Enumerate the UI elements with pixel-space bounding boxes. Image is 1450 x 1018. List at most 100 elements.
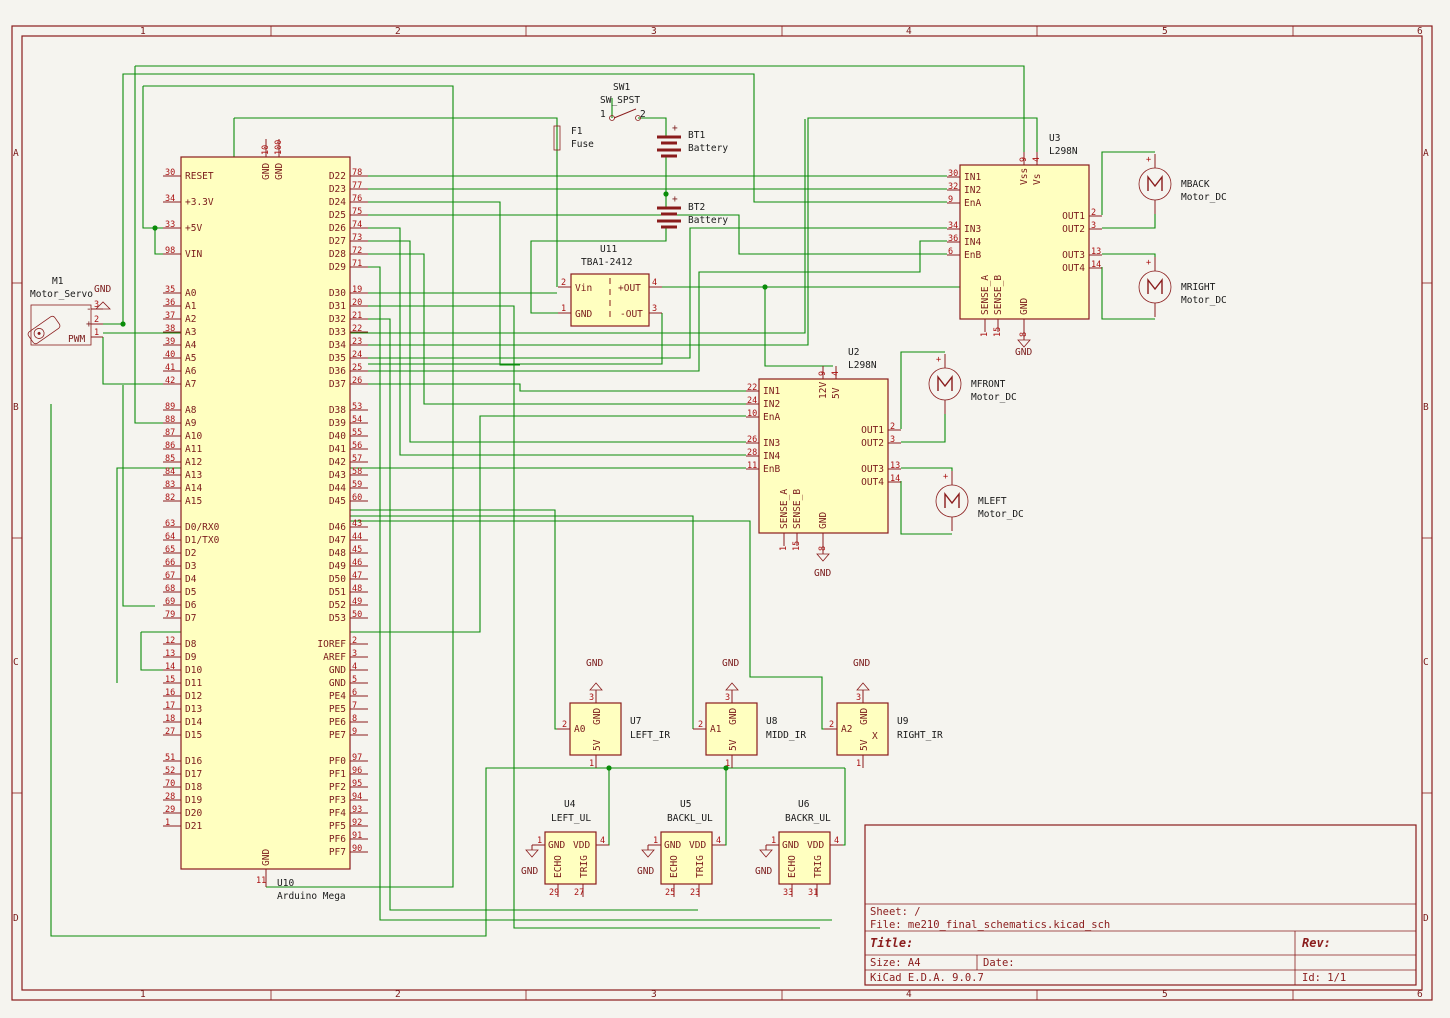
- u10-right-pin-num: 94: [352, 792, 362, 802]
- u10-left-pin-num: 37: [165, 311, 175, 321]
- motor-value: Motor_DC: [978, 509, 1024, 520]
- u10-left-pin-num: 35: [165, 285, 175, 295]
- ultrasonic-u5[interactable]: U5 BACKL_UL GND VDD ECHO TRIG 1 4 25 23 GND: [637, 799, 725, 898]
- u2-left-pin-num: 11: [747, 461, 757, 471]
- ir-sensor-u7[interactable]: A0 GND 5V 2 3 1 U7 LEFT_IR GND: [557, 658, 670, 769]
- bt1-ref: BT1: [688, 130, 705, 141]
- svg-text:+: +: [1146, 155, 1151, 165]
- ir-sig-name: A0: [574, 724, 586, 735]
- u10-right-pin-name: D27: [329, 236, 346, 247]
- u2-left-pin-num: 26: [747, 435, 757, 445]
- u10-right-pin-num: 20: [352, 298, 362, 308]
- ul-echo-num: 33: [783, 888, 793, 898]
- servo-m1[interactable]: M1 Motor_Servo - + PWM 3 2 1 GND: [27, 276, 112, 346]
- u10-right-pin-num: 71: [352, 259, 362, 269]
- u2-right-pin-name: OUT3: [861, 464, 884, 475]
- ultrasonic-u6[interactable]: U6 BACKR_UL GND VDD ECHO TRIG 1 4 33 31 GND: [755, 799, 843, 898]
- u10-left-pin-name: A12: [185, 457, 202, 468]
- u10-right-pin-name: D35: [329, 353, 346, 364]
- u10-left-pin-name: D17: [185, 769, 202, 780]
- motor-mback[interactable]: + MBACK Motor_DC: [1138, 154, 1227, 214]
- u11-nout: -OUT: [620, 309, 643, 320]
- u3-gnd-label: GND: [1015, 347, 1032, 358]
- battery-bt1[interactable]: + BT1 Battery: [657, 123, 728, 158]
- row-label-left: A: [13, 148, 19, 159]
- u3-left-pin-name: EnA: [964, 198, 981, 209]
- u2-left-pin-name: EnB: [763, 464, 780, 475]
- u10-right-pin-name: D53: [329, 613, 346, 624]
- u10-right-pin-num: 44: [352, 532, 362, 542]
- fuse-f1[interactable]: F1 Fuse: [553, 125, 594, 151]
- u3-top-pin-name: Vss: [1019, 168, 1030, 185]
- arduino-mega-u10[interactable]: RESET30+3.3V34+5V33VIN98A035A136A237A338…: [163, 139, 368, 902]
- u10-left-pin-name: A8: [185, 405, 197, 416]
- u2-bottom-pin-num: 15: [792, 541, 802, 551]
- u3-bottom-pin-num: 15: [993, 327, 1003, 337]
- ir-v-num: 1: [589, 759, 594, 769]
- driver-u2[interactable]: U2 L298N IN122IN224EnA10IN326IN428EnB11O…: [746, 347, 901, 579]
- switch-sw1[interactable]: SW1 SW_SPST 1 2: [600, 82, 646, 121]
- ultrasonic-u4[interactable]: U4 LEFT_UL GND VDD ECHO TRIG 1 4 29 27 GND: [521, 799, 609, 898]
- u11-pin1: 1: [561, 304, 566, 314]
- u10-right-pin-num: 21: [352, 311, 362, 321]
- u3-left-pin-num: 9: [948, 195, 953, 205]
- u10-left-pin-name: D12: [185, 691, 202, 702]
- battery-bt2[interactable]: + BT2 Battery: [657, 194, 728, 229]
- u10-right-pin-num: 46: [352, 558, 362, 568]
- col-label-top: 1: [140, 26, 146, 37]
- u10-right-pin-name: D31: [329, 301, 346, 312]
- u10-right-pin-name: D46: [329, 522, 346, 533]
- sw1-value: SW_SPST: [600, 95, 640, 106]
- u2-left-pin-name: IN3: [763, 438, 780, 449]
- u10-left-pin-name: D11: [185, 678, 202, 689]
- u2-ref: U2: [848, 347, 859, 358]
- col-label-bottom: 5: [1162, 989, 1168, 1000]
- u10-right-pin-name: D38: [329, 405, 346, 416]
- motor-icon: [1147, 174, 1163, 191]
- ul-gnd-label: GND: [521, 866, 538, 877]
- u10-right-pin-num: 59: [352, 480, 362, 490]
- u10-right-pin-name: D50: [329, 574, 346, 585]
- m1-ref: M1: [52, 276, 64, 287]
- row-label-left: D: [13, 913, 19, 924]
- u2-bottom-pin-name: GND: [818, 512, 829, 529]
- u2-left-pin-num: 28: [747, 448, 757, 458]
- motor-mfront[interactable]: + MFRONT Motor_DC: [928, 354, 1017, 414]
- ul-gnd-symbol: [759, 849, 773, 858]
- u10-right-pin-name: D52: [329, 600, 346, 611]
- ir-ref: U8: [766, 716, 778, 727]
- u10-right-pin-num: 9: [352, 727, 357, 737]
- col-label-top: 2: [395, 26, 401, 37]
- u10-left-pin-num: 63: [165, 519, 175, 529]
- u10-left-pin-num: 41: [165, 363, 175, 373]
- u10-right-pin-name: PE5: [329, 704, 346, 715]
- ir-sensor-u9[interactable]: A2 GND 5VX 2 3 1 U9 RIGHT_IR GND: [824, 658, 943, 769]
- u10-left-pin-name: D18: [185, 782, 202, 793]
- driver-u3[interactable]: U3 L298N IN130IN232EnA9IN334IN436EnB6OUT…: [947, 133, 1102, 358]
- u3-value: L298N: [1049, 146, 1078, 157]
- svg-text:+: +: [1146, 258, 1151, 268]
- u10-right-pin-num: 48: [352, 584, 362, 594]
- u10-left-pin-num: 83: [165, 480, 175, 490]
- u10-left-pin-name: D7: [185, 613, 196, 624]
- motor-mleft[interactable]: + MLEFT Motor_DC: [935, 471, 1024, 531]
- u10-right-pin-name: PF6: [329, 834, 346, 845]
- u10-right-pin-num: 95: [352, 779, 362, 789]
- dcdc-u11[interactable]: U11 TBA1-2412 Vin GND +OUT -OUT 2 1 4 3: [558, 244, 662, 327]
- u10-right-pin-num: 90: [352, 844, 362, 854]
- u2-right-pin-num: 13: [890, 461, 900, 471]
- u2-gnd-label: GND: [814, 568, 831, 579]
- ul-vdd-name: VDD: [689, 840, 706, 851]
- u10-right-pin-name: D29: [329, 262, 346, 273]
- ul-value: BACKR_UL: [785, 813, 831, 824]
- motor-icon: [944, 491, 960, 508]
- motor-mright[interactable]: + MRIGHT Motor_DC: [1138, 257, 1227, 317]
- u10-right-pin-num: 8: [352, 714, 357, 724]
- ul-gnd-label: GND: [755, 866, 772, 877]
- u10-left-pin-name: D8: [185, 639, 197, 650]
- u10-top-pin-name: GND: [274, 163, 285, 180]
- tb-tool: KiCad E.D.A. 9.0.7: [870, 972, 984, 984]
- tb-date: Date:: [983, 957, 1015, 969]
- u3-right-pin-num: 14: [1091, 260, 1101, 270]
- u10-right-pin-num: 78: [352, 168, 362, 178]
